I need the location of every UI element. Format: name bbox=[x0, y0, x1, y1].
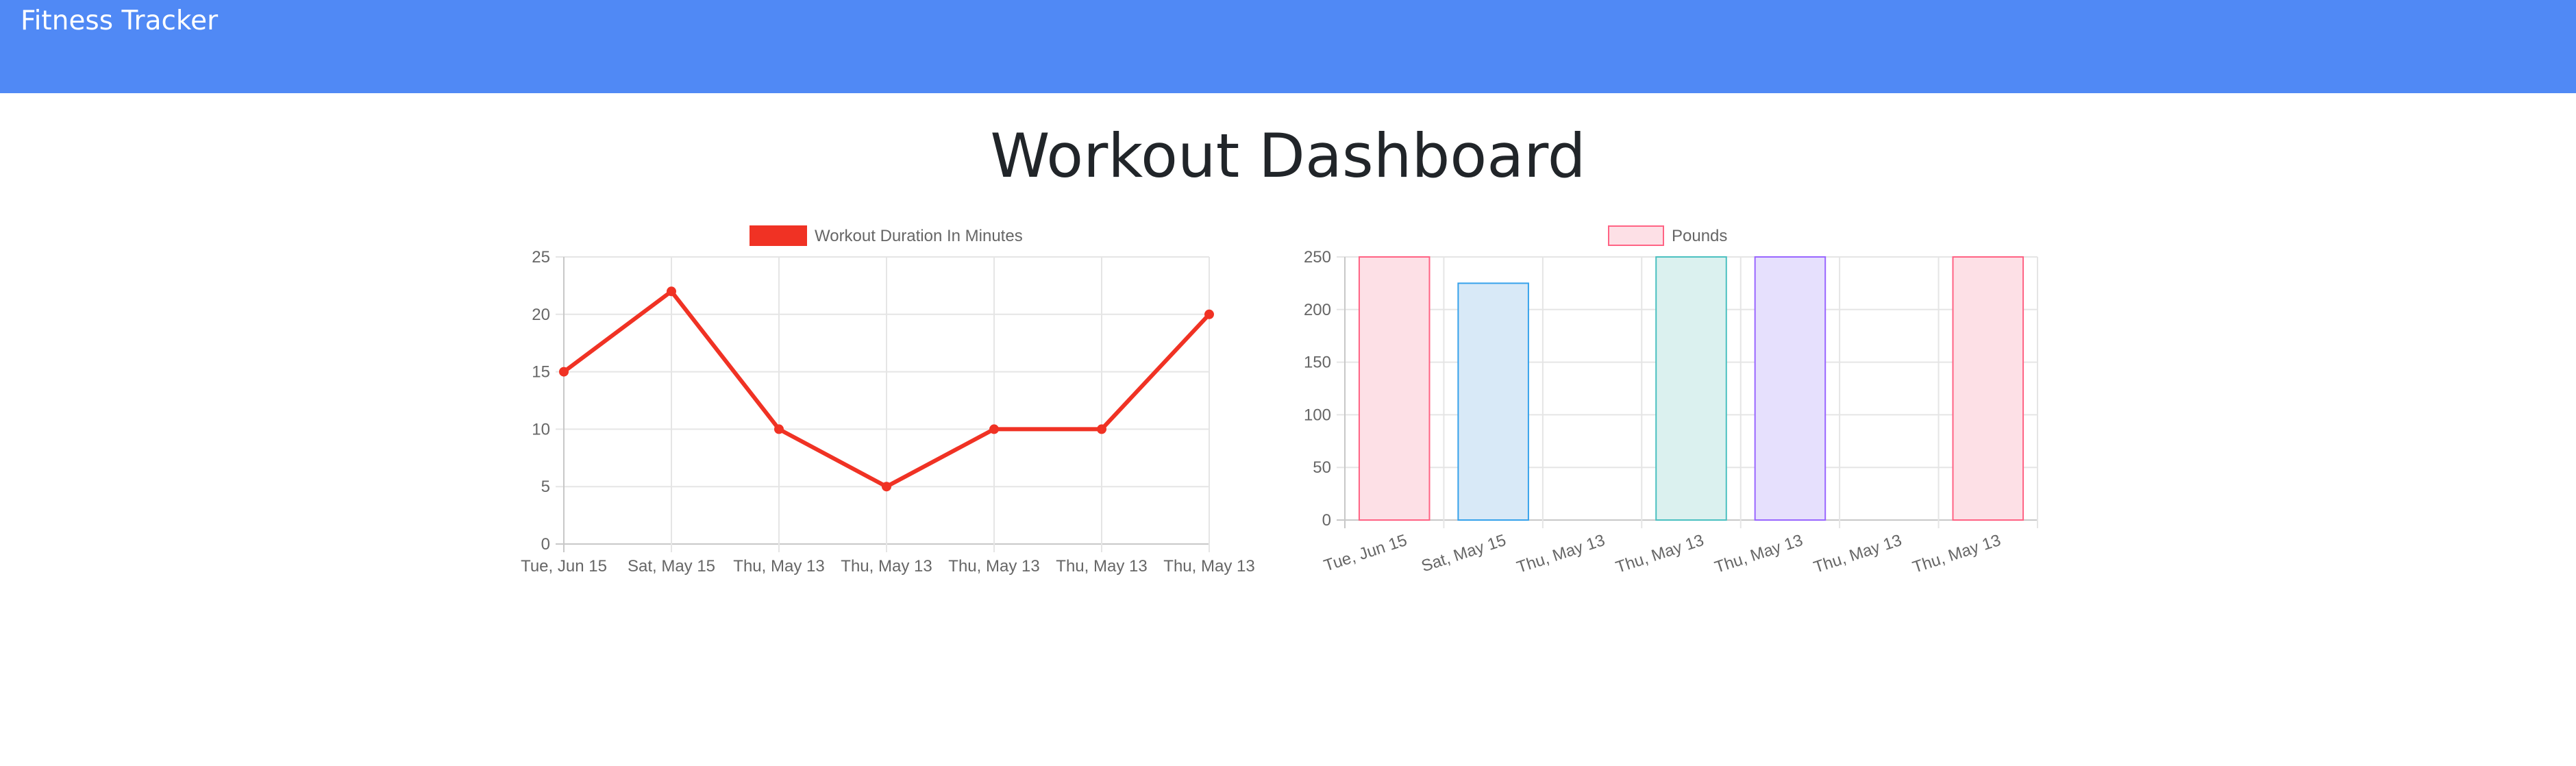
y-tick-label: 25 bbox=[532, 248, 550, 267]
y-tick-label: 10 bbox=[532, 420, 550, 438]
legend-label: Workout Duration In Minutes bbox=[815, 227, 1023, 245]
navbar: Fitness Tracker bbox=[0, 0, 2576, 93]
y-tick-label: 250 bbox=[1304, 248, 1331, 267]
x-tick-label: Sat, May 15 bbox=[628, 557, 715, 576]
data-point bbox=[559, 367, 569, 377]
y-tick-label: 150 bbox=[1304, 354, 1331, 372]
data-point bbox=[667, 286, 676, 297]
bar bbox=[1952, 256, 2024, 521]
legend-swatch bbox=[1608, 225, 1664, 246]
x-tick-label: Thu, May 13 bbox=[948, 557, 1039, 576]
x-tick-label: Thu, May 13 bbox=[1811, 531, 1904, 577]
y-tick-label: 5 bbox=[541, 478, 550, 496]
duration-line-chart: Workout Duration In Minutes 0 5 10 15 20 25 Tue… bbox=[521, 225, 1255, 576]
data-point bbox=[774, 424, 784, 434]
x-tick-label: Thu, May 13 bbox=[1613, 531, 1706, 577]
bar bbox=[1358, 256, 1431, 521]
x-tick-label: Tue, Jun 15 bbox=[521, 557, 607, 576]
y-tick-label: 200 bbox=[1304, 301, 1331, 319]
y-tick-label: 0 bbox=[541, 535, 550, 554]
x-tick-label: Thu, May 13 bbox=[841, 557, 932, 576]
x-tick-label: Thu, May 13 bbox=[1163, 557, 1254, 576]
data-point bbox=[989, 424, 999, 434]
x-tick-label: Thu, May 13 bbox=[1910, 531, 2003, 577]
legend-swatch bbox=[750, 225, 807, 246]
y-tick-label: 20 bbox=[532, 306, 550, 324]
y-tick-label: 0 bbox=[1322, 511, 1331, 530]
x-tick-label: Thu, May 13 bbox=[1056, 557, 1147, 576]
x-tick-label: Thu, May 13 bbox=[1515, 531, 1607, 577]
bar bbox=[1754, 256, 1826, 521]
pounds-bar-chart: Pounds 0 50 100 150 200 250 Tue, Jun 15 Sat, May… bbox=[1304, 225, 2038, 577]
bar bbox=[1457, 282, 1529, 521]
page-title: Workout Dashboard bbox=[990, 121, 1586, 191]
x-tick-label: Thu, May 13 bbox=[1713, 531, 1805, 577]
x-tick-label: Sat, May 15 bbox=[1419, 531, 1508, 576]
brand-link[interactable]: Fitness Tracker bbox=[21, 4, 218, 38]
y-tick-label: 15 bbox=[532, 363, 550, 382]
bar bbox=[1655, 256, 1727, 521]
legend-label: Pounds bbox=[1672, 227, 1727, 245]
data-point bbox=[1097, 424, 1106, 434]
y-tick-label: 50 bbox=[1313, 458, 1331, 477]
x-tick-label: Thu, May 13 bbox=[733, 557, 824, 576]
y-tick-label: 100 bbox=[1304, 406, 1331, 424]
data-point bbox=[1204, 309, 1214, 319]
data-point bbox=[882, 482, 891, 492]
x-tick-label: Tue, Jun 15 bbox=[1322, 531, 1409, 576]
